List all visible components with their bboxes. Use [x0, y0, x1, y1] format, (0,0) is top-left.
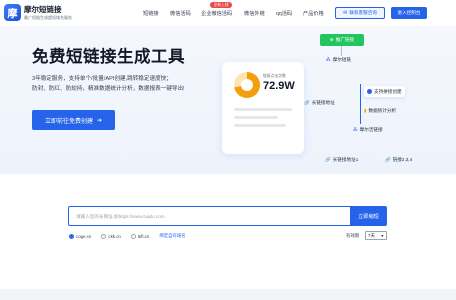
domain-option-ckk[interactable]: ckk.cn	[101, 233, 121, 239]
create-free-button[interactable]: 立即前往免费创建 ➔	[32, 110, 115, 130]
node-short-link-2-label: 摩尔活链接	[359, 127, 383, 132]
stats-card: 链接点击次数 72.9W	[222, 62, 304, 154]
domain-option-label: 5ifl.cn	[137, 233, 150, 239]
link-icon: 🔗	[304, 100, 310, 105]
node-long-url-label: 长链接地址	[311, 100, 335, 105]
nav-item-qq-code[interactable]: qq活码	[276, 10, 292, 17]
placeholder-line	[234, 124, 286, 127]
click-count-label: 链接点击次数	[263, 74, 286, 78]
brand-logo[interactable]: 摩	[4, 4, 21, 21]
node-long-url-1: 🔗 长链接地址1	[325, 157, 358, 163]
connector-line	[360, 84, 361, 124]
chevron-down-icon: ▼	[380, 233, 384, 238]
domain-option-5ifl[interactable]: 5ifl.cn	[130, 233, 150, 239]
donut-chart	[234, 72, 260, 98]
plus-icon: ⊕	[329, 37, 334, 42]
nav-item-wechat-outlink[interactable]: 微信外链	[244, 10, 265, 17]
brand-tagline: 最广短链生成超短域名服务	[24, 15, 72, 20]
nav-item-short-link[interactable]: 短链接	[143, 10, 159, 17]
promo-link-label: 推广链接	[335, 37, 355, 42]
share-icon: ⁂	[353, 127, 358, 132]
expiry-select[interactable]: 7天 ▼	[365, 231, 387, 240]
click-count-value: 72.9W	[263, 80, 295, 92]
domain-option-label: ckk.cn	[108, 233, 121, 239]
node-stats: ▮ 数据统计分析	[364, 108, 396, 114]
shorten-button[interactable]: 立即缩短	[350, 206, 387, 226]
radio-icon	[69, 233, 74, 239]
domain-option-label: coge.cn	[76, 233, 92, 239]
connector-line	[341, 46, 342, 56]
node-long-url-1-label: 长链接地址1	[332, 157, 359, 162]
arrow-right-icon: ➔	[96, 117, 103, 124]
node-custom-create: 支持拼接创建	[364, 86, 405, 97]
nav-item-wechat-code[interactable]: 微信活码	[170, 10, 191, 17]
long-url-input[interactable]	[68, 206, 351, 226]
bullet-icon	[367, 89, 372, 94]
placeholder-line	[234, 116, 278, 119]
chat-icon: ✉	[343, 10, 348, 16]
placeholder-line	[234, 108, 292, 111]
share-icon: ⁂	[326, 57, 331, 62]
node-short-link-label: 摩尔短链	[332, 57, 351, 62]
expiry-value: 7天	[368, 232, 375, 238]
converter-section: 立即缩短 coge.cn ckk.cn 5ifl.cn 绑定自有域名 有效期 7…	[0, 174, 456, 300]
node-links-234-label: 链接2,3,4	[392, 157, 413, 162]
chart-icon: ▮	[364, 108, 367, 113]
node-short-link-2: ⁂ 摩尔活链接	[353, 127, 383, 133]
link-icon: 🔗	[385, 157, 391, 162]
contact-service-label: 联系客服咨询	[349, 10, 377, 15]
console-button[interactable]: 进入控制台	[391, 7, 427, 19]
promo-link-pill: ⊕ 推广链接	[320, 34, 364, 46]
nav-item-pricing[interactable]: 产品价格	[303, 10, 324, 17]
domain-options: coge.cn ckk.cn 5ifl.cn 绑定自有域名	[69, 232, 186, 240]
expiry-label: 有效期	[346, 233, 360, 238]
node-short-link: ⁂ 摩尔短链	[326, 57, 351, 63]
node-long-url: 🔗 长链接地址	[304, 100, 335, 106]
create-free-label: 立即前往免费创建	[44, 118, 93, 125]
hot-badge: 全新上线	[210, 2, 232, 8]
contact-service-button[interactable]: ✉ 联系客服咨询	[335, 7, 385, 19]
hero-description-line1: 3年稳定服务，支持单个/批量/API创建,跳转稳定速度快；	[32, 76, 172, 82]
next-section-strip	[0, 289, 456, 300]
nav-item-enterprise-wechat[interactable]: 企业微信活码	[201, 10, 232, 17]
domain-option-coge[interactable]: coge.cn	[69, 233, 92, 239]
radio-icon	[130, 233, 136, 239]
node-custom-create-label: 支持拼接创建	[374, 88, 402, 94]
node-links-234: 🔗 链接2,3,4	[385, 157, 412, 163]
hero-description-line2: 防封、防红、防劫持，精准数据统计分析，数据报表一键导出!	[32, 86, 185, 92]
radio-icon	[101, 233, 107, 239]
bind-own-domain-link[interactable]: 绑定自有域名	[159, 233, 185, 239]
hero-section: 免费短链接生成工具 3年稳定服务，支持单个/批量/API创建,跳转稳定速度快； …	[0, 26, 456, 174]
top-nav: 摩 摩尔短链接 最广短链生成超短域名服务 短链接 微信活码 全新上线 企业微信活…	[0, 0, 456, 26]
brand-name[interactable]: 摩尔短链接	[24, 4, 62, 15]
node-stats-label: 数据统计分析	[368, 108, 397, 113]
link-icon: 🔗	[325, 157, 331, 162]
hero-title: 免费短链接生成工具	[32, 48, 185, 66]
